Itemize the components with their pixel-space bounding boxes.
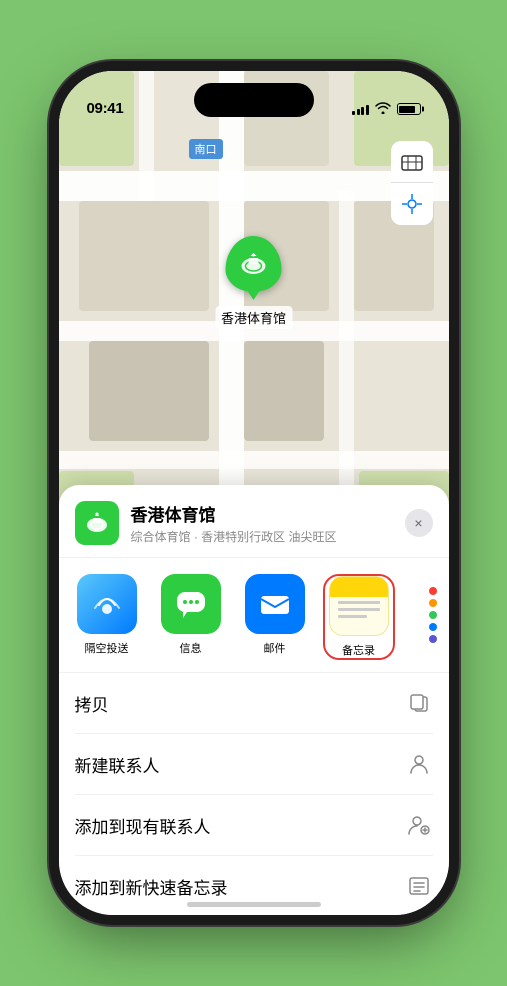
person-icon [405,750,433,778]
phone-frame: 09:41 [59,71,449,915]
venue-subtitle: 综合体育馆 · 香港特别行政区 油尖旺区 [131,528,393,545]
more-apps-indicator [429,587,437,643]
dot-4 [429,623,437,631]
venue-info: 香港体育馆 综合体育馆 · 香港特别行政区 油尖旺区 [131,501,393,545]
dot-5 [429,635,437,643]
bottom-sheet: 香港体育馆 综合体育馆 · 香港特别行政区 油尖旺区 × 隔空投送 [59,485,449,915]
mail-label: 邮件 [264,640,286,656]
dot-3 [429,611,437,619]
airdrop-label: 隔空投送 [85,640,129,656]
share-app-airdrop[interactable]: 隔空投送 [71,574,143,656]
map-button-group [391,141,433,225]
venue-name: 香港体育馆 [131,501,393,526]
share-app-mail[interactable]: 邮件 [239,574,311,656]
action-new-contact-label: 新建联系人 [75,752,160,777]
status-time: 09:41 [87,100,124,117]
dynamic-island [194,83,314,117]
dot-1 [429,587,437,595]
signal-bar-2 [357,109,360,115]
action-add-note-label: 添加到新快速备忘录 [75,874,228,899]
action-copy-label: 拷贝 [75,691,109,716]
location-marker: 香港体育馆 [215,236,292,329]
signal-bars-icon [352,103,369,115]
location-button[interactable] [391,183,433,225]
action-new-contact[interactable]: 新建联系人 [75,734,433,795]
battery-fill [399,106,415,113]
marker-pin [225,236,281,292]
status-icons [352,101,421,117]
home-indicator [187,902,321,907]
person-add-icon [405,811,433,839]
quick-note-icon [405,872,433,900]
battery-icon [397,103,421,115]
share-app-messages[interactable]: 信息 [155,574,227,656]
venue-icon [75,501,119,545]
signal-bar-4 [366,105,369,115]
map-location-label: 南口 [189,139,223,159]
action-copy[interactable]: 拷贝 [75,673,433,734]
share-app-notes[interactable]: 备忘录 [323,574,395,660]
share-apps-row: 隔空投送 信息 [59,558,449,673]
sheet-header: 香港体育馆 综合体育馆 · 香港特别行政区 油尖旺区 × [59,485,449,558]
action-add-to-contact[interactable]: 添加到现有联系人 [75,795,433,856]
mail-icon [245,574,305,634]
notes-icon [329,576,389,636]
dot-2 [429,599,437,607]
signal-bar-3 [361,107,364,115]
map-type-button[interactable] [391,141,433,183]
signal-bar-1 [352,111,355,115]
messages-icon [161,574,221,634]
wifi-icon [375,101,391,117]
close-button[interactable]: × [405,509,433,537]
copy-icon [405,689,433,717]
notes-label: 备忘录 [342,642,375,658]
marker-label: 香港体育馆 [215,306,292,329]
airdrop-icon [77,574,137,634]
messages-label: 信息 [180,640,202,656]
action-list: 拷贝 新建联系人 [59,673,449,915]
action-add-contact-label: 添加到现有联系人 [75,813,211,838]
